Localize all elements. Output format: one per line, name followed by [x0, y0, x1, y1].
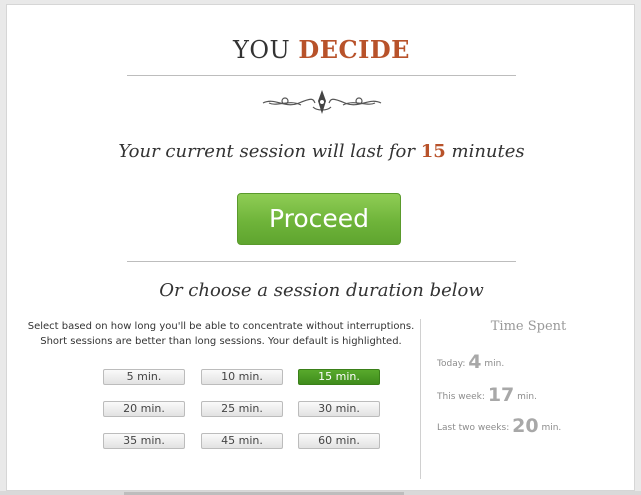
instructions-line-2: Short sessions are better than long sess…: [40, 336, 402, 347]
time-spent-week: This week: 17 min.: [437, 384, 537, 406]
time-spent-today: Today: 4 min.: [437, 351, 504, 373]
two-weeks-value: 20: [512, 415, 539, 437]
duration-instructions: Select based on how long you'll be able …: [25, 319, 417, 349]
session-minutes: 15: [420, 141, 446, 162]
duration-button-10[interactable]: 10 min.: [201, 369, 283, 385]
week-unit: min.: [517, 392, 537, 402]
duration-button-30[interactable]: 30 min.: [298, 401, 380, 417]
week-label: This week:: [437, 392, 485, 402]
duration-button-60[interactable]: 60 min.: [298, 433, 380, 449]
session-suffix: minutes: [451, 141, 525, 162]
instructions-line-1: Select based on how long you'll be able …: [27, 321, 415, 332]
duration-button-45[interactable]: 45 min.: [201, 433, 283, 449]
duration-button-20[interactable]: 20 min.: [103, 401, 185, 417]
time-spent-title: Time Spent: [490, 319, 567, 334]
vertical-divider: [420, 319, 421, 479]
today-label: Today:: [437, 359, 466, 369]
bottom-scroll-strip: [0, 491, 641, 495]
duration-button-5[interactable]: 5 min.: [103, 369, 185, 385]
week-value: 17: [487, 384, 515, 406]
time-spent-two-weeks: Last two weeks: 20 min.: [437, 415, 561, 437]
two-weeks-label: Last two weeks:: [437, 423, 510, 433]
middle-divider: [127, 261, 516, 262]
today-value: 4: [468, 351, 482, 373]
flourish-ornament-icon: [262, 90, 382, 114]
duration-button-25[interactable]: 25 min.: [201, 401, 283, 417]
duration-button-35[interactable]: 35 min.: [103, 433, 185, 449]
session-duration-text: Your current session will last for 15 mi…: [7, 141, 636, 162]
title-accent: DECIDE: [298, 35, 410, 64]
today-unit: min.: [484, 359, 505, 369]
session-prefix: Your current session will last for: [118, 141, 415, 162]
title-plain: YOU: [233, 36, 291, 64]
top-divider: [127, 75, 516, 76]
page-title: YOU DECIDE: [7, 35, 636, 64]
two-weeks-unit: min.: [541, 423, 562, 433]
decide-panel: YOU DECIDE Your current session will las…: [6, 4, 635, 491]
duration-button-15[interactable]: 15 min.: [298, 369, 380, 385]
choose-duration-heading: Or choose a session duration below: [159, 280, 484, 301]
proceed-button[interactable]: Proceed: [237, 193, 401, 245]
